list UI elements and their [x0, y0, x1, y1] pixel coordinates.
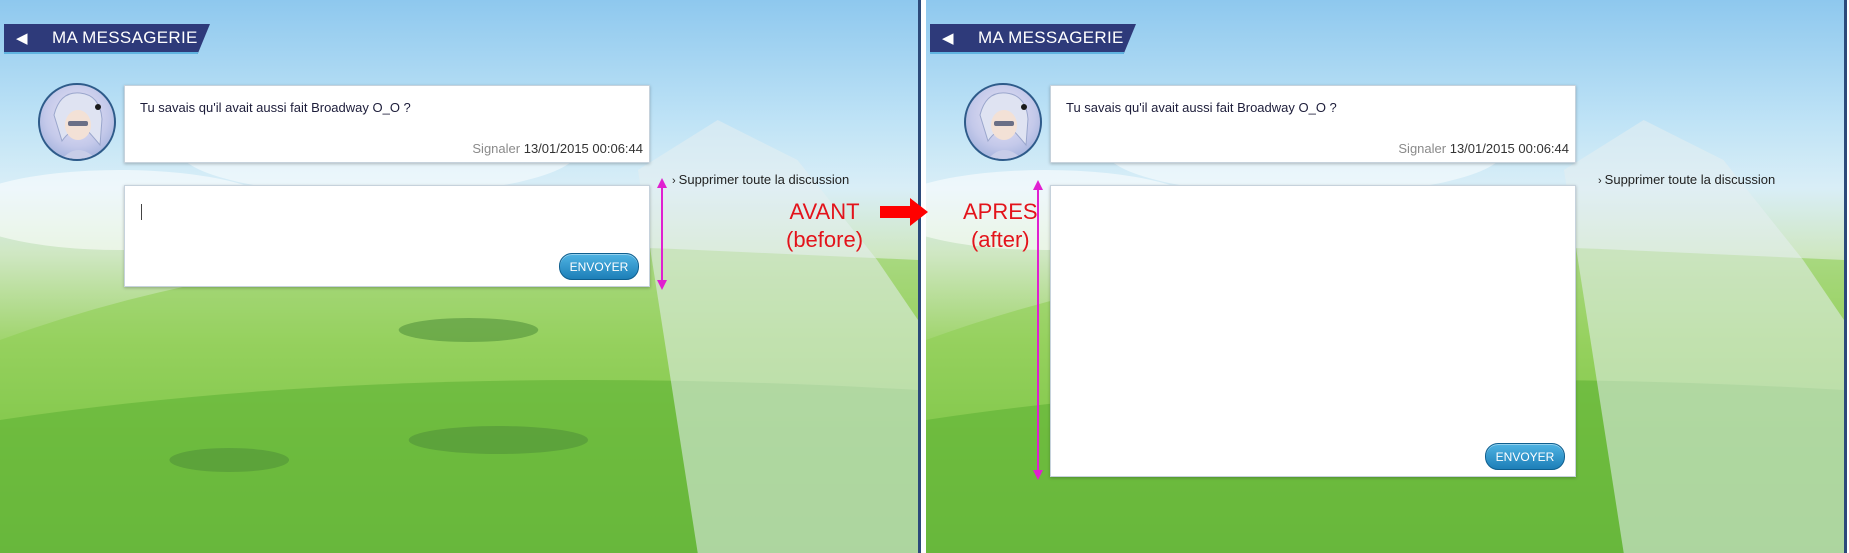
annotation-overlay	[657, 178, 1043, 480]
after-label: APRES	[963, 199, 1038, 224]
before-annotation: AVANT (before)	[786, 198, 863, 254]
after-annotation: APRES (after)	[963, 198, 1038, 254]
after-sublabel: (after)	[970, 227, 1030, 252]
red-arrow-icon	[880, 198, 928, 226]
before-sublabel: (before)	[786, 227, 864, 252]
before-label: AVANT	[789, 199, 860, 224]
measure-arrow-before	[657, 178, 667, 290]
